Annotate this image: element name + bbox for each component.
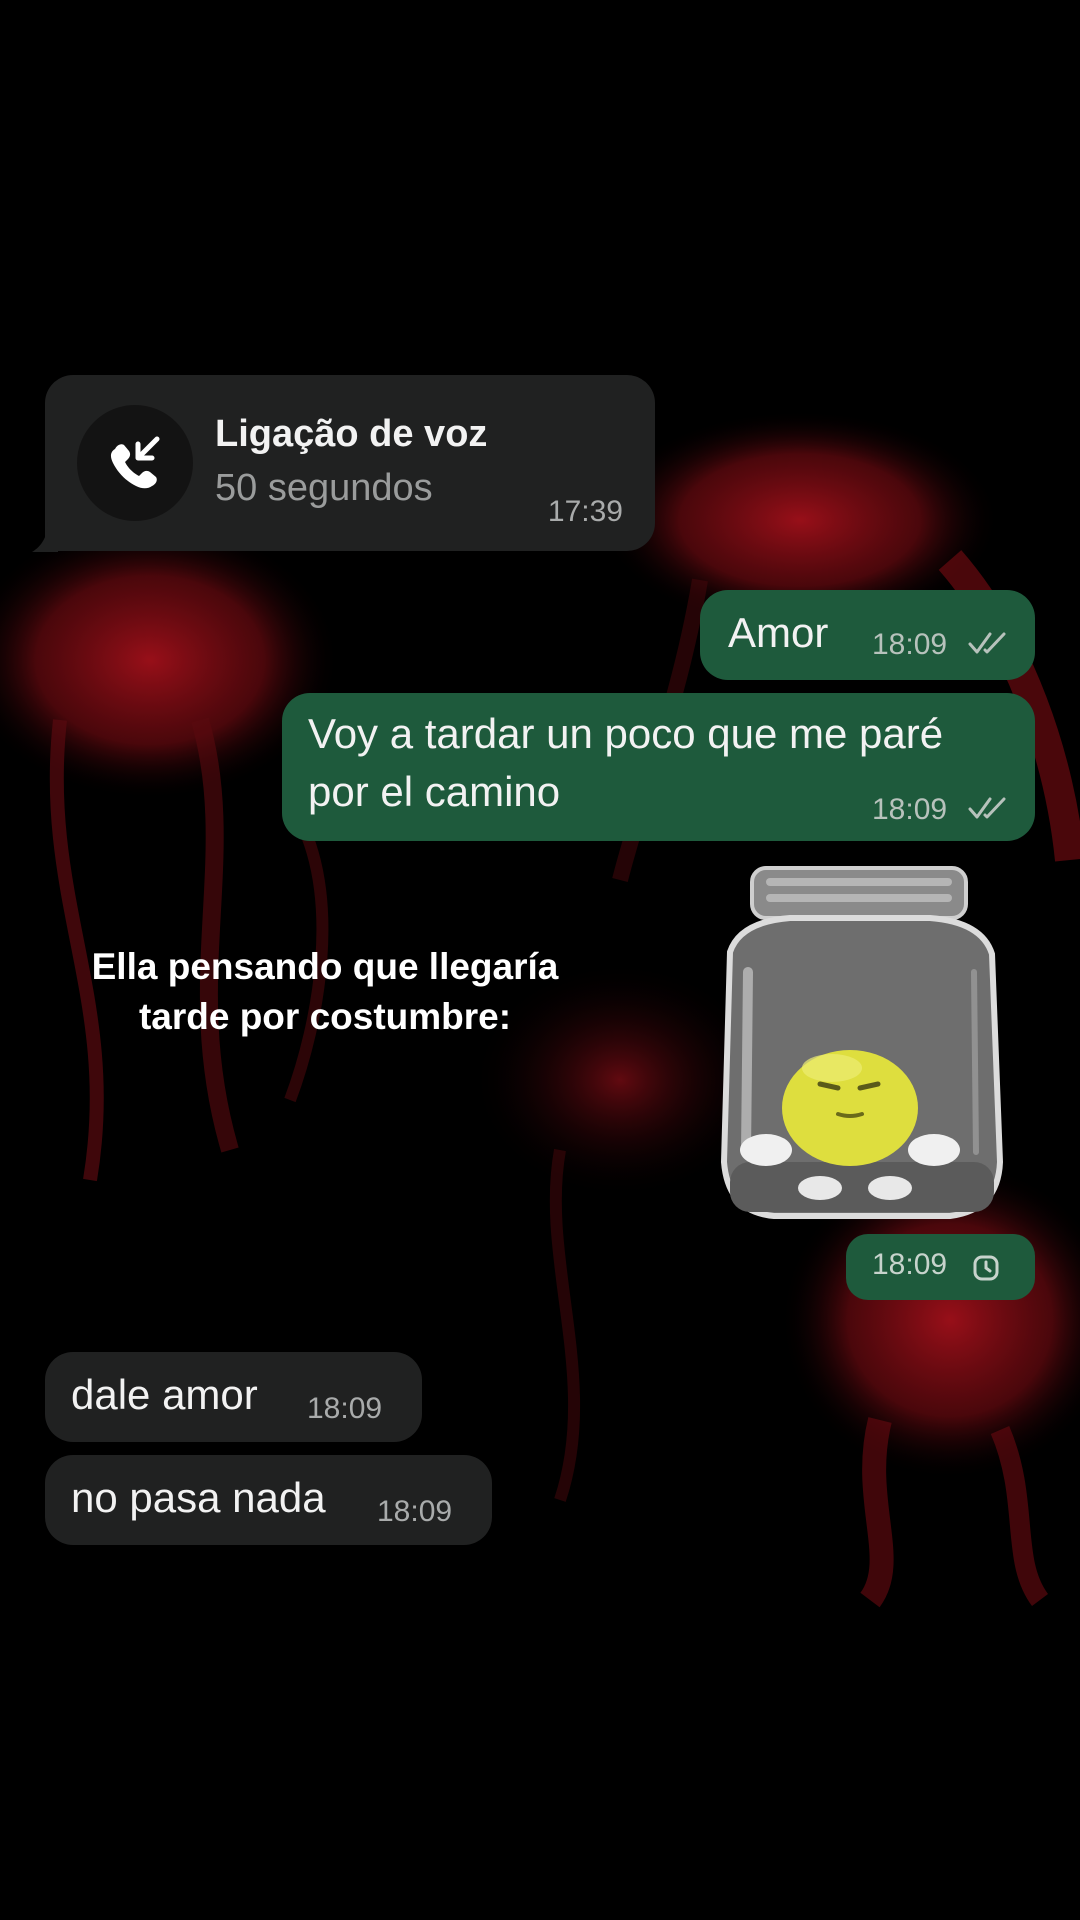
message-time: 18:09 [872, 1248, 948, 1281]
read-ticks-icon [968, 797, 1006, 819]
message-time: 18:09 [307, 1392, 383, 1425]
message-text: Amor [728, 609, 829, 656]
read-ticks-icon [968, 632, 1006, 654]
sticker-time-pill: 18:09 [846, 1234, 1035, 1300]
message-time: 18:09 [872, 793, 948, 826]
outgoing-message[interactable]: Voy a tardar un poco que me paré por el … [282, 693, 1035, 841]
incoming-message[interactable]: dale amor 18:09 [45, 1352, 422, 1442]
call-time: 17:39 [547, 495, 623, 528]
incoming-call-icon [110, 436, 160, 489]
incoming-message[interactable]: no pasa nada 18:09 [45, 1455, 492, 1545]
call-title: Ligação de voz [215, 413, 488, 455]
caption-line-1: Ella pensando que llegaría [91, 946, 559, 987]
call-icon-circle[interactable] [77, 405, 193, 521]
message-text: dale amor [71, 1371, 258, 1418]
outgoing-message[interactable]: Amor 18:09 [700, 590, 1035, 680]
message-time: 18:09 [377, 1495, 453, 1528]
message-time: 18:09 [872, 628, 948, 661]
bubble-tail [32, 520, 58, 552]
caption-line-2: tarde por costumbre: [138, 996, 512, 1037]
pending-clock-icon [973, 1255, 999, 1281]
call-duration: 50 segundos [215, 467, 433, 509]
message-text-line-1: Voy a tardar un poco que me paré [308, 710, 944, 757]
emoji-in-jar-sticker[interactable] [700, 862, 1020, 1224]
message-text-line-2: por el camino [308, 768, 561, 815]
message-text: no pasa nada [71, 1474, 326, 1521]
caption-overlay: Ella pensando que llegaría tarde por cos… [60, 942, 590, 1042]
chat-screen: Ligação de voz 50 segundos 17:39 Amor 18… [0, 0, 1080, 1920]
voice-call-bubble[interactable]: Ligação de voz 50 segundos 17:39 [45, 375, 655, 551]
